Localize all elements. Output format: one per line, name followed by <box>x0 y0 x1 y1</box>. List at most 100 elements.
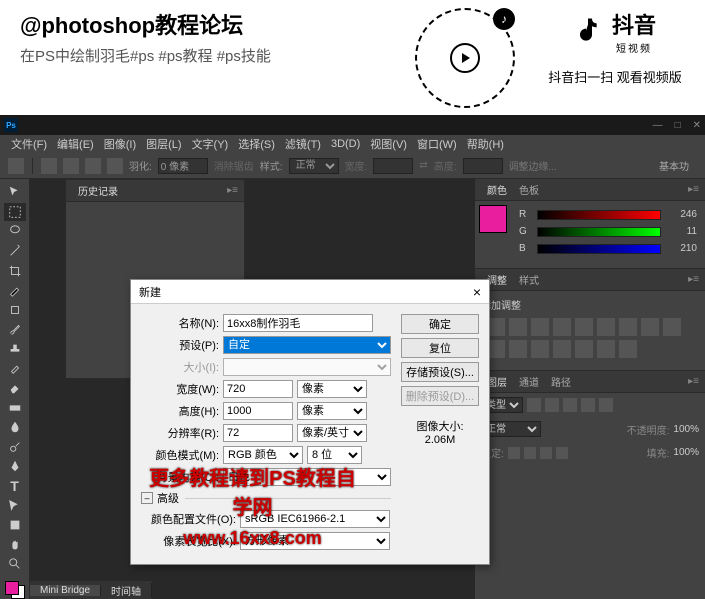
height-unit-select[interactable]: 像素 <box>297 402 367 420</box>
opacity-value[interactable]: 100% <box>673 424 699 435</box>
foreground-color-icon[interactable] <box>5 581 19 595</box>
levels-icon[interactable] <box>509 318 527 336</box>
filter-adjust-icon[interactable] <box>545 398 559 412</box>
green-value[interactable]: 11 <box>667 226 697 237</box>
color-swatch[interactable] <box>5 581 25 599</box>
menu-3d[interactable]: 3D(D) <box>328 138 363 150</box>
dodge-tool-icon[interactable] <box>4 438 26 457</box>
color-balance-icon[interactable] <box>619 318 637 336</box>
vibrance-icon[interactable] <box>575 318 593 336</box>
selective-color-icon[interactable] <box>619 340 637 358</box>
channels-tab[interactable]: 通道 <box>513 374 545 389</box>
pen-tool-icon[interactable] <box>4 457 26 476</box>
cancel-button[interactable]: 复位 <box>401 338 479 358</box>
threshold-icon[interactable] <box>575 340 593 358</box>
eraser-tool-icon[interactable] <box>4 379 26 398</box>
wand-tool-icon[interactable] <box>4 242 26 261</box>
gradient-map-icon[interactable] <box>597 340 615 358</box>
blue-slider[interactable] <box>537 244 661 254</box>
style-select[interactable]: 正常 <box>289 158 339 174</box>
menu-select[interactable]: 选择(S) <box>235 136 278 152</box>
shape-tool-icon[interactable] <box>4 516 26 535</box>
menu-file[interactable]: 文件(F) <box>8 136 50 152</box>
timeline-tab[interactable]: 时间轴 <box>101 583 152 598</box>
width-input[interactable] <box>223 380 293 398</box>
lock-all-icon[interactable] <box>556 447 568 459</box>
menu-view[interactable]: 视图(V) <box>367 136 410 152</box>
menu-window[interactable]: 窗口(W) <box>414 136 460 152</box>
selection-intersect-icon[interactable] <box>107 158 123 174</box>
minimize-button[interactable]: — <box>653 120 663 131</box>
move-tool-icon[interactable] <box>4 183 26 202</box>
paths-tab[interactable]: 路径 <box>545 374 577 389</box>
maximize-button[interactable]: □ <box>675 120 681 131</box>
marquee-tool-icon[interactable] <box>4 203 26 222</box>
menu-filter[interactable]: 滤镜(T) <box>282 136 324 152</box>
bw-icon[interactable] <box>641 318 659 336</box>
stamp-tool-icon[interactable] <box>4 340 26 359</box>
fill-value[interactable]: 100% <box>673 447 699 458</box>
preset-select[interactable]: 自定 <box>223 336 391 354</box>
selection-add-icon[interactable] <box>63 158 79 174</box>
workspace-label[interactable]: 基本功 <box>651 158 697 173</box>
swatches-tab[interactable]: 色板 <box>513 182 545 197</box>
lock-transparency-icon[interactable] <box>508 447 520 459</box>
lookup-icon[interactable] <box>509 340 527 358</box>
lock-pixels-icon[interactable] <box>524 447 536 459</box>
panel-menu-icon[interactable]: ▸≡ <box>688 376 699 387</box>
menu-image[interactable]: 图像(I) <box>101 136 139 152</box>
hand-tool-icon[interactable] <box>4 535 26 554</box>
photo-filter-icon[interactable] <box>663 318 681 336</box>
panel-menu-icon[interactable]: ▸≡ <box>688 184 699 195</box>
blur-tool-icon[interactable] <box>4 418 26 437</box>
panel-menu-icon[interactable]: ▸≡ <box>688 274 699 285</box>
menu-help[interactable]: 帮助(H) <box>464 136 507 152</box>
filter-shape-icon[interactable] <box>581 398 595 412</box>
color-tab[interactable]: 颜色 <box>481 182 513 197</box>
ok-button[interactable]: 确定 <box>401 314 479 334</box>
filter-type-icon[interactable] <box>563 398 577 412</box>
refine-edge-button[interactable]: 调整边缘... <box>509 158 557 173</box>
tool-preset-icon[interactable] <box>8 158 24 174</box>
zoom-tool-icon[interactable] <box>4 555 26 574</box>
filter-smart-icon[interactable] <box>599 398 613 412</box>
close-button[interactable]: ✕ <box>693 120 701 131</box>
height-input[interactable] <box>463 158 503 174</box>
brush-tool-icon[interactable] <box>4 320 26 339</box>
eyedropper-tool-icon[interactable] <box>4 281 26 300</box>
feather-input[interactable] <box>158 158 208 174</box>
panel-menu-icon[interactable]: ▸≡ <box>227 185 238 196</box>
save-preset-button[interactable]: 存储预设(S)... <box>401 362 479 382</box>
resolution-input[interactable] <box>223 424 293 442</box>
height-input[interactable] <box>223 402 293 420</box>
type-tool-icon[interactable]: T <box>4 477 26 496</box>
red-value[interactable]: 246 <box>667 209 697 220</box>
width-unit-select[interactable]: 像素 <box>297 380 367 398</box>
blue-value[interactable]: 210 <box>667 243 697 254</box>
width-input[interactable] <box>373 158 413 174</box>
filter-pixel-icon[interactable] <box>527 398 541 412</box>
crop-tool-icon[interactable] <box>4 261 26 280</box>
menu-edit[interactable]: 编辑(E) <box>54 136 97 152</box>
antialias-checkbox[interactable]: 消除锯齿 <box>214 158 254 173</box>
menu-layer[interactable]: 图层(L) <box>143 136 184 152</box>
curves-icon[interactable] <box>531 318 549 336</box>
exposure-icon[interactable] <box>553 318 571 336</box>
green-slider[interactable] <box>537 227 661 237</box>
selection-new-icon[interactable] <box>41 158 57 174</box>
hue-icon[interactable] <box>597 318 615 336</box>
red-slider[interactable] <box>537 210 661 220</box>
name-input[interactable] <box>223 314 373 332</box>
gradient-tool-icon[interactable] <box>4 398 26 417</box>
styles-tab[interactable]: 样式 <box>513 272 545 287</box>
dialog-close-button[interactable]: × <box>473 284 481 300</box>
invert-icon[interactable] <box>531 340 549 358</box>
path-tool-icon[interactable] <box>4 496 26 515</box>
healing-tool-icon[interactable] <box>4 300 26 319</box>
lasso-tool-icon[interactable] <box>4 222 26 241</box>
resolution-unit-select[interactable]: 像素/英寸 <box>297 424 367 442</box>
posterize-icon[interactable] <box>553 340 571 358</box>
lock-position-icon[interactable] <box>540 447 552 459</box>
selection-subtract-icon[interactable] <box>85 158 101 174</box>
history-brush-tool-icon[interactable] <box>4 359 26 378</box>
